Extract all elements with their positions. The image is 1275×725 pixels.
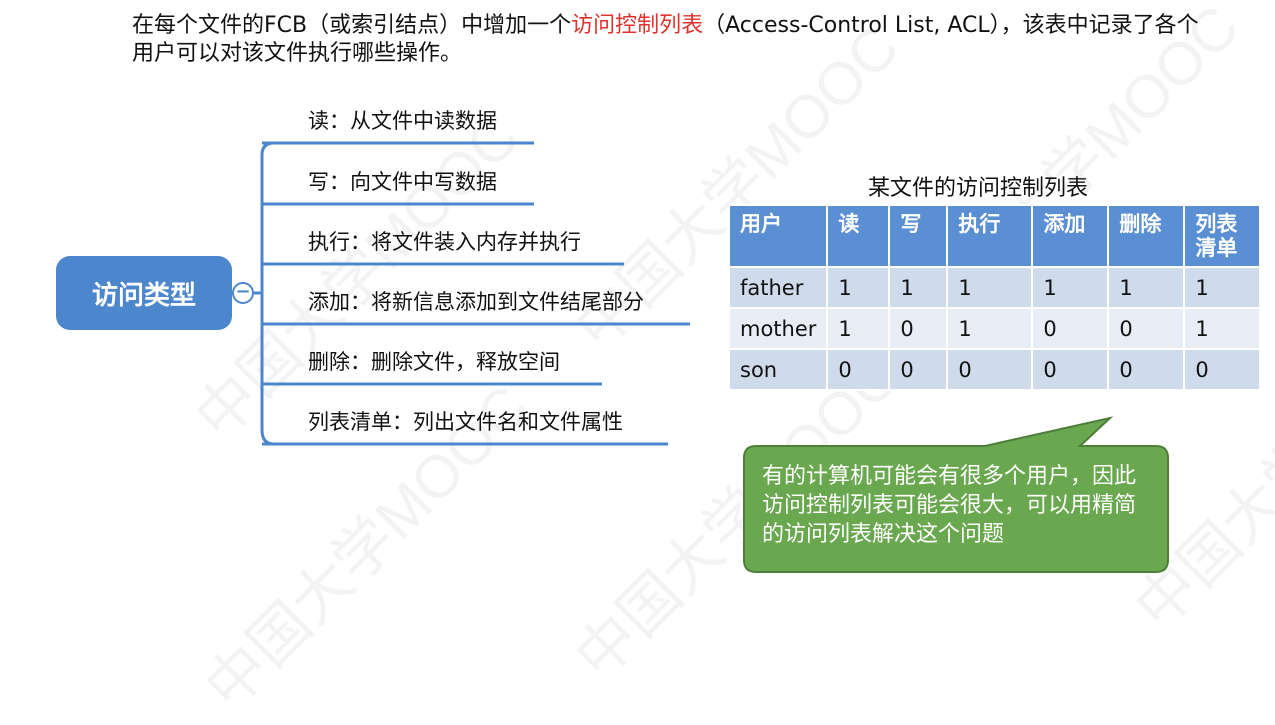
callout-text: 有的计算机可能会有很多个用户，因此访问控制列表可能会很大，可以用精简的访问列表解…: [762, 464, 1137, 547]
